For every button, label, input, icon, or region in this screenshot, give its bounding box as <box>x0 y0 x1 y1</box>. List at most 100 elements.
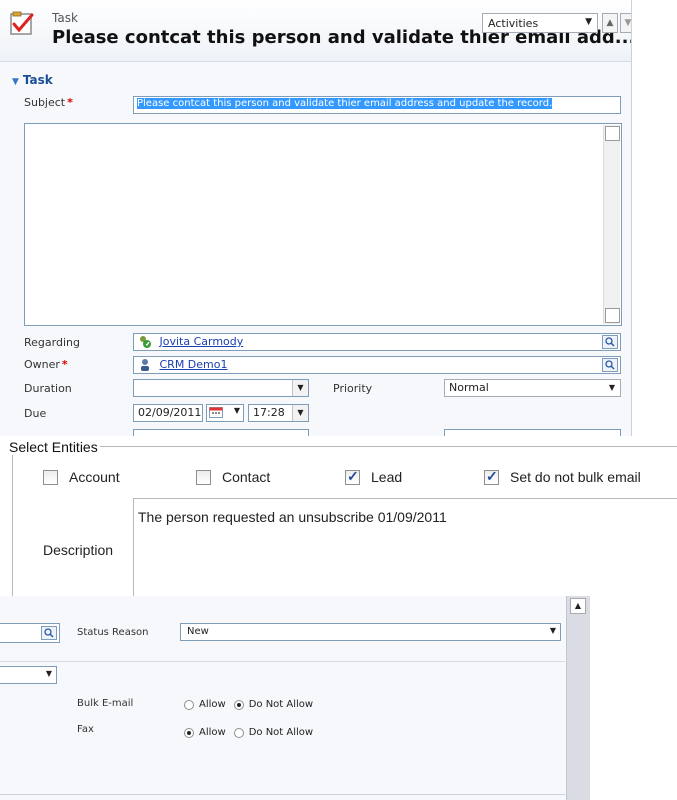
chevron-down-icon: ▼ <box>233 406 240 415</box>
checkbox-account[interactable]: Account <box>43 469 120 485</box>
chevron-down-icon: ▼ <box>604 380 620 396</box>
duration-label: Duration <box>24 382 72 395</box>
required-marker: * <box>61 358 68 371</box>
checkbox-label: Account <box>69 469 120 485</box>
select-entities-dialog: Select Entities Account Contact Lead Set… <box>0 436 677 596</box>
partial-select[interactable]: ▼ <box>0 666 57 684</box>
fax-do-not-allow-option[interactable]: Do Not Allow <box>233 727 314 738</box>
due-date-input[interactable]: 02/09/2011 <box>133 404 203 422</box>
chevron-down-icon: ▼ <box>292 380 308 396</box>
lookup-search-icon[interactable] <box>41 626 57 640</box>
chevron-down-icon: ▼ <box>292 405 308 421</box>
checkbox-label: Lead <box>371 469 403 485</box>
user-icon <box>141 359 149 371</box>
due-time-select[interactable]: 17:28 ▼ <box>248 404 309 422</box>
status-reason-select[interactable]: New ▼ <box>180 623 561 641</box>
arrow-down-icon: ▼ <box>624 18 632 28</box>
entity-type-label: Task <box>52 11 78 25</box>
lookup-search-icon[interactable] <box>602 335 618 349</box>
collapse-caret-icon: ▼ <box>12 77 19 87</box>
description-value: The person requested an unsubscribe 01/0… <box>138 509 447 525</box>
activities-dropdown-label: Activities <box>488 17 539 30</box>
chevron-down-icon: ▼ <box>45 669 52 678</box>
checkbox-box[interactable] <box>43 469 58 485</box>
scroll-up-button[interactable]: ▲ <box>570 598 586 614</box>
regarding-label: Regarding <box>24 336 80 349</box>
section-title: Task <box>22 73 53 87</box>
scroll-up-button[interactable] <box>605 126 620 141</box>
subject-value: Please contcat this person and validate … <box>137 98 553 109</box>
calendar-picker-button[interactable]: ▼ <box>206 404 244 422</box>
checkbox-contact[interactable]: Contact <box>196 469 270 485</box>
fax-radio-group: Allow Do Not Allow <box>184 727 321 738</box>
bulk-email-allow-option[interactable]: Allow <box>184 699 226 710</box>
required-marker: * <box>67 96 73 109</box>
description-label: Description <box>43 542 114 558</box>
radio-label: Allow <box>199 727 226 738</box>
subject-label-text: Subject <box>24 96 66 109</box>
radio-button[interactable] <box>184 699 194 710</box>
regarding-lookup[interactable]: Jovita Carmody <box>133 333 621 351</box>
lookup-field-end[interactable] <box>0 623 60 643</box>
owner-label-text: Owner <box>24 358 60 371</box>
scroll-down-button[interactable] <box>605 308 620 323</box>
subject-label: Subject * <box>24 96 73 109</box>
due-date-value: 02/09/2011 <box>138 406 202 419</box>
checkbox-label: Set do not bulk email <box>510 469 641 485</box>
radio-label: Do Not Allow <box>248 699 314 710</box>
subject-input[interactable]: Please contcat this person and validate … <box>133 96 621 114</box>
fax-allow-option[interactable]: Allow <box>184 727 226 738</box>
task-form-panel: Task Please contcat this person and vali… <box>0 0 632 436</box>
task-header: Task Please contcat this person and vali… <box>0 0 632 62</box>
radio-button[interactable] <box>233 699 244 710</box>
checkbox-lead[interactable]: Lead <box>345 468 403 485</box>
calendar-icon <box>209 407 223 418</box>
section-toggle-task[interactable]: ▼ Task <box>12 73 53 87</box>
regarding-link[interactable]: Jovita Carmody <box>160 335 244 348</box>
status-reason-label: Status Reason <box>77 627 149 638</box>
arrow-up-icon: ▲ <box>606 18 614 28</box>
radio-label: Allow <box>199 699 226 710</box>
textarea-scrollbar[interactable] <box>603 125 620 324</box>
arrow-up-icon: ▲ <box>574 601 582 610</box>
priority-label: Priority <box>333 382 373 395</box>
fax-label: Fax <box>77 724 94 735</box>
chevron-down-icon: ▼ <box>549 626 556 635</box>
lookup-search-icon[interactable] <box>602 358 618 372</box>
checkbox-box[interactable] <box>196 469 211 485</box>
owner-label: Owner * <box>24 358 68 371</box>
status-preferences-panel: Status Reason New ▼ ▼ Bulk E-mail Allow … <box>0 596 590 800</box>
task-checkbox-icon <box>10 11 34 35</box>
bulk-email-do-not-allow-option[interactable]: Do Not Allow <box>233 699 314 710</box>
chevron-down-icon: ▼ <box>585 17 592 27</box>
radio-button[interactable] <box>184 727 194 738</box>
sub-category-input[interactable] <box>444 429 621 436</box>
owner-lookup[interactable]: CRM Demo1 <box>133 356 621 374</box>
due-label: Due <box>24 407 47 420</box>
owner-link[interactable]: CRM Demo1 <box>160 358 228 371</box>
checkbox-label: Contact <box>222 469 271 485</box>
activities-dropdown[interactable]: Activities ▼ <box>482 13 598 33</box>
checkbox-set-do-not-bulk-email[interactable]: Set do not bulk email <box>484 468 641 485</box>
group-title: Select Entities <box>7 439 100 455</box>
contact-person-icon <box>140 336 151 348</box>
priority-value: Normal <box>449 381 489 394</box>
task-description-textarea[interactable] <box>24 123 622 326</box>
checkbox-box[interactable] <box>345 468 360 485</box>
form-scrollbar[interactable]: ▲ <box>566 596 590 800</box>
priority-select[interactable]: Normal ▼ <box>444 379 621 397</box>
status-reason-value: New <box>187 626 209 637</box>
category-input[interactable] <box>133 429 309 436</box>
duration-select[interactable]: ▼ <box>133 379 309 397</box>
bulk-email-radio-group: Allow Do Not Allow <box>184 699 321 710</box>
section-divider <box>0 794 565 795</box>
next-record-button[interactable]: ▼ <box>620 13 632 33</box>
due-time-value: 17:28 <box>253 406 285 419</box>
checkbox-box[interactable] <box>484 468 499 485</box>
radio-label: Do Not Allow <box>248 727 314 738</box>
radio-button[interactable] <box>233 727 244 738</box>
description-textbox[interactable]: The person requested an unsubscribe 01/0… <box>133 498 677 596</box>
previous-record-button[interactable]: ▲ <box>602 13 618 33</box>
bulk-email-label: Bulk E-mail <box>77 698 134 709</box>
section-divider <box>0 661 565 662</box>
